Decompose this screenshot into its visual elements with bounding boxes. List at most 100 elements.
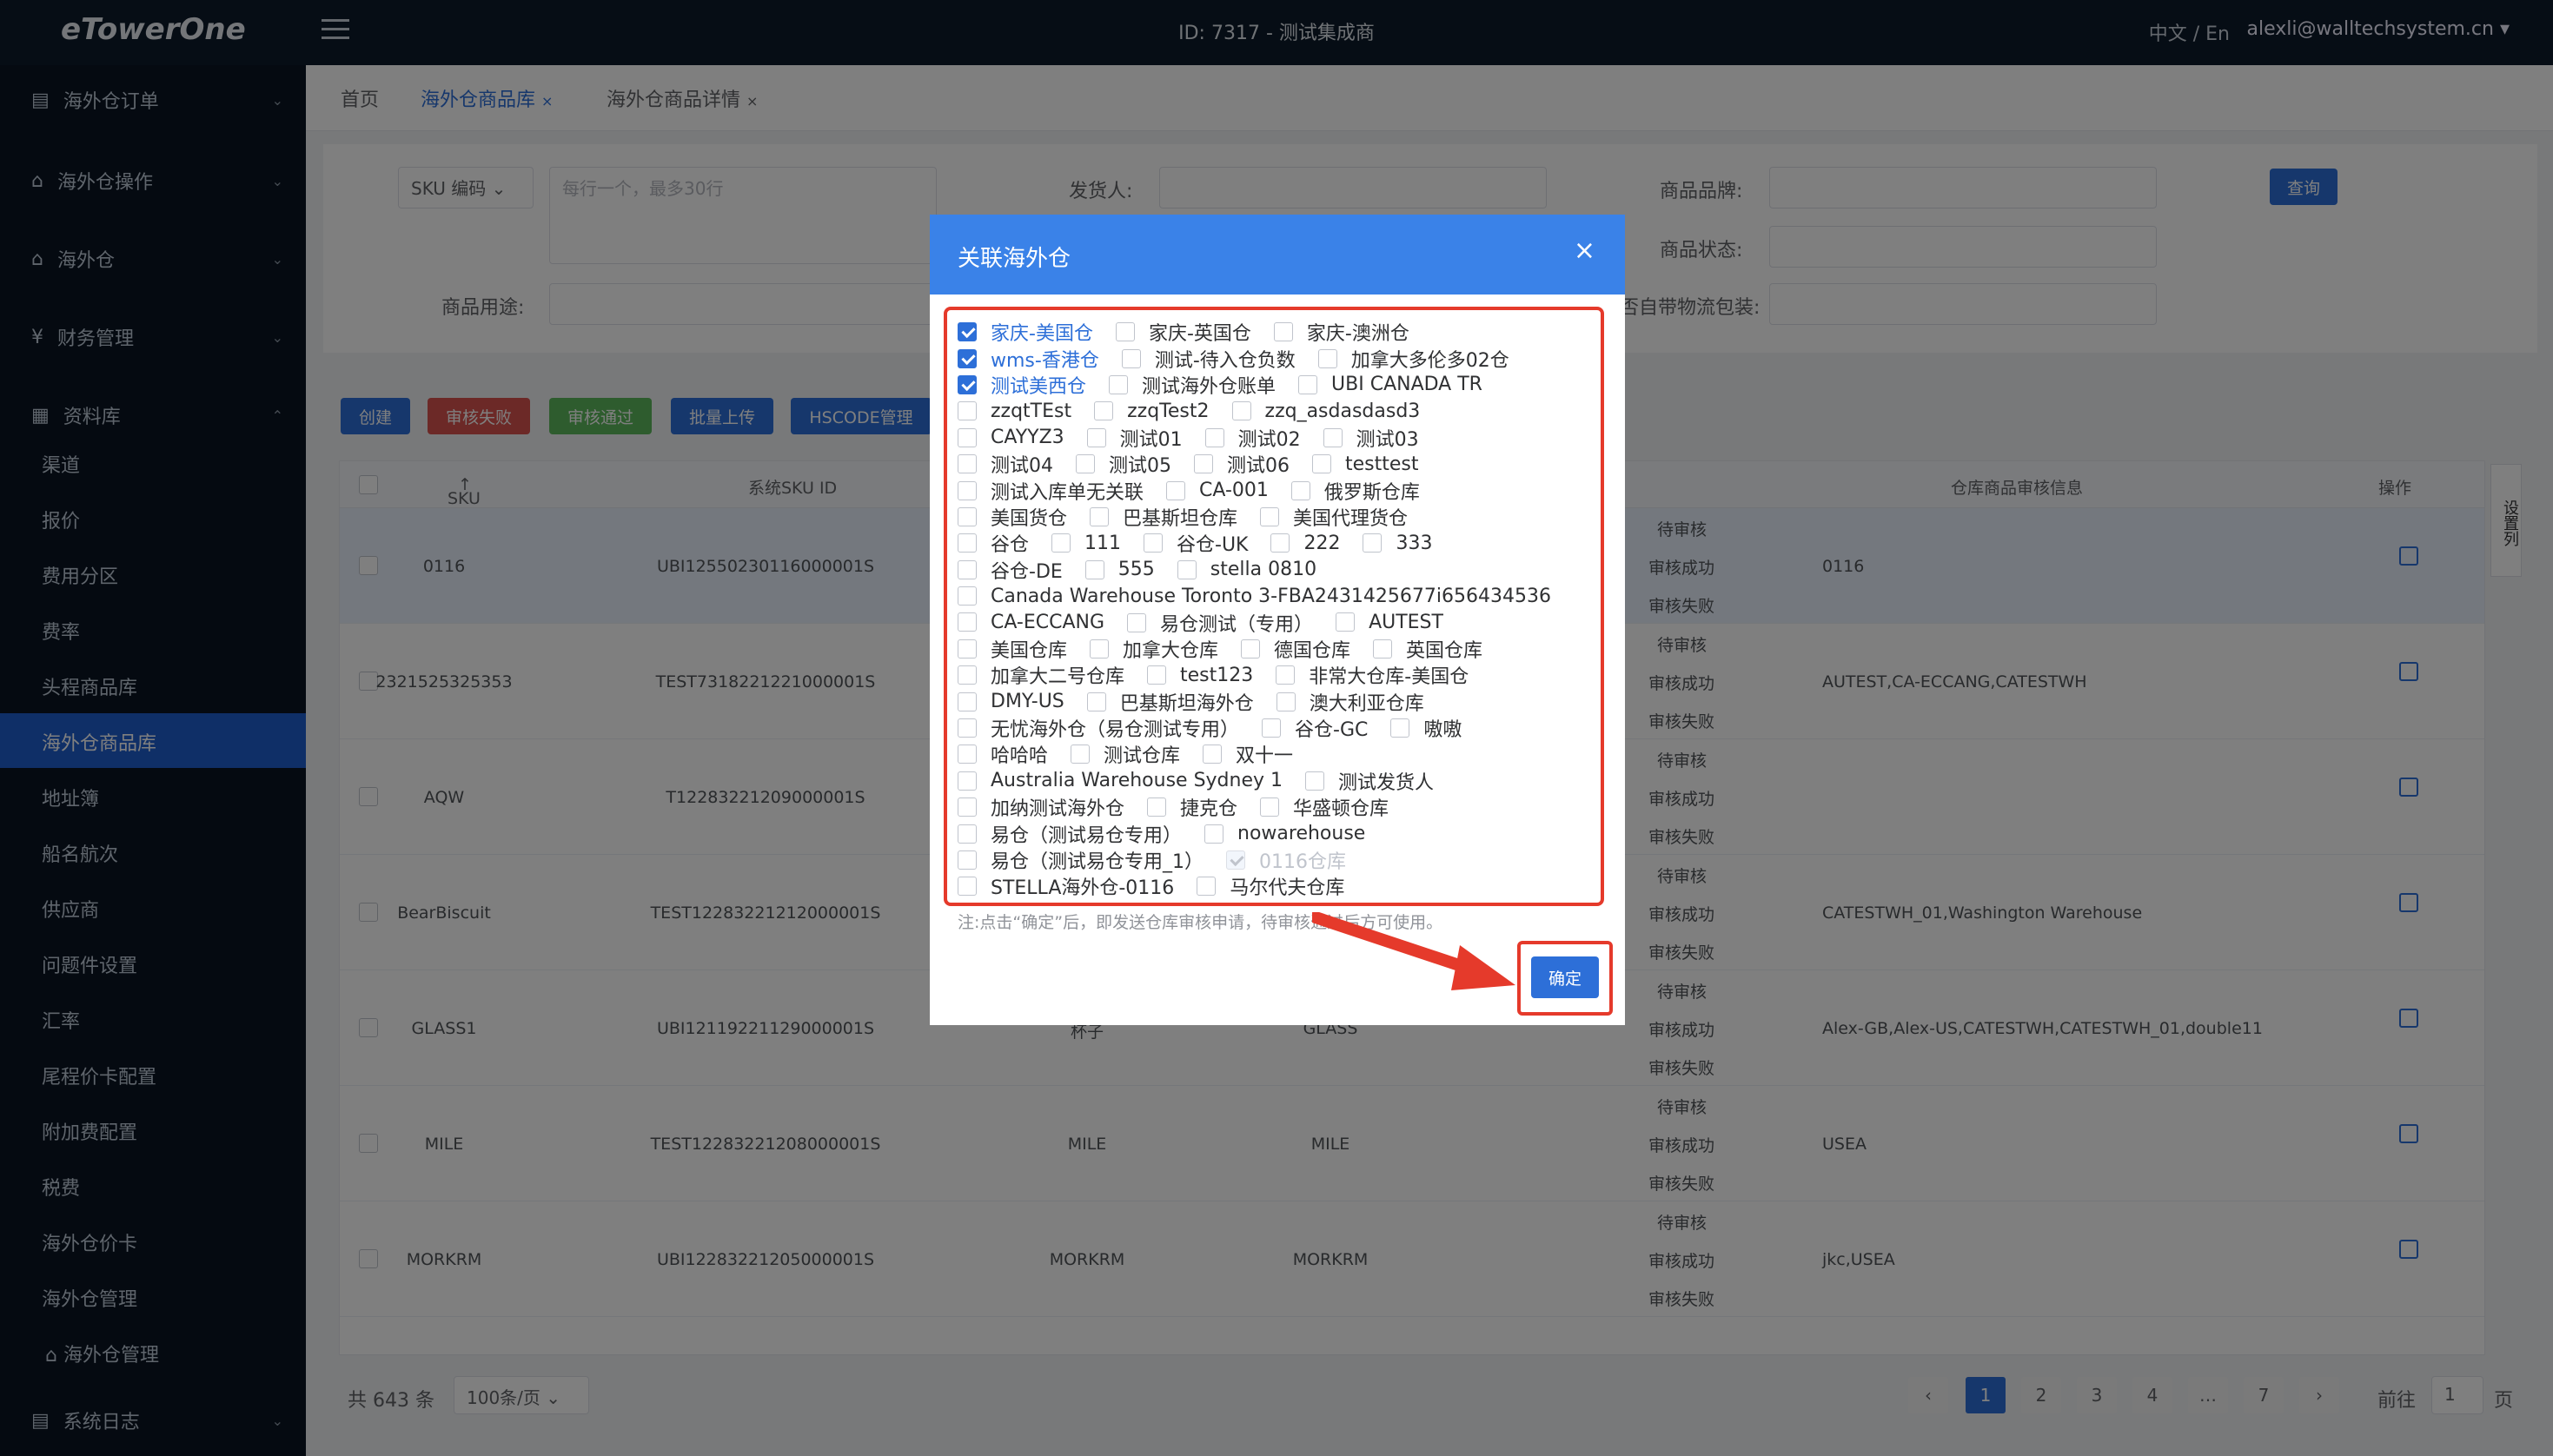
checkbox-box[interactable] [1166,480,1186,500]
warehouse-checkbox[interactable]: 测试04 [958,450,1053,478]
warehouse-checkbox[interactable]: 马尔代夫仓库 [1197,872,1344,900]
checkbox-box[interactable] [1323,427,1343,447]
warehouse-checkbox[interactable]: 无忧海外仓（易仓测试专用） [958,714,1239,742]
warehouse-checkbox[interactable]: Canada Warehouse Toronto 3-FBA2431425677… [958,586,1551,607]
warehouse-checkbox[interactable]: 巴基斯坦仓库 [1090,503,1237,531]
checkbox-box[interactable] [958,480,977,500]
checkbox-box[interactable] [1363,533,1383,553]
checkbox-box[interactable] [958,401,977,421]
warehouse-checkbox[interactable]: test123 [1147,665,1253,686]
checkbox-box[interactable] [1226,850,1245,870]
warehouse-checkbox[interactable]: 测试01 [1086,424,1183,452]
warehouse-checkbox[interactable]: zzq_asdasdasd3 [1231,400,1420,422]
warehouse-checkbox[interactable]: testtest [1312,453,1419,475]
checkbox-box[interactable] [958,718,977,738]
checkbox-box[interactable] [1127,612,1147,632]
checkbox-box[interactable] [958,586,977,606]
checkbox-box[interactable] [1298,374,1318,394]
warehouse-checkbox[interactable]: 双十一 [1203,740,1293,768]
warehouse-checkbox[interactable]: 美国代理货仓 [1260,503,1408,531]
warehouse-checkbox[interactable]: 易仓测试（专用） [1127,609,1313,637]
warehouse-checkbox[interactable]: AUTEST [1336,612,1443,633]
checkbox-box[interactable] [1147,665,1167,685]
checkbox-box[interactable] [958,348,977,368]
warehouse-checkbox[interactable]: 易仓（测试易仓专用） [958,820,1182,848]
checkbox-box[interactable] [1094,401,1114,421]
checkbox-box[interactable] [1336,612,1356,632]
checkbox-box[interactable] [958,771,977,791]
checkbox-box[interactable] [1144,533,1164,553]
warehouse-checkbox[interactable]: 易仓（测试易仓专用_1） [958,846,1204,874]
warehouse-checkbox[interactable]: 非常大仓库-美国仓 [1276,661,1469,689]
warehouse-checkbox[interactable]: 家庆-美国仓 [958,318,1093,346]
warehouse-checkbox[interactable]: 美国货仓 [958,503,1067,531]
checkbox-box[interactable] [1084,559,1104,579]
warehouse-checkbox[interactable]: stella 0810 [1177,559,1316,580]
warehouse-checkbox[interactable]: 加拿大多伦多02仓 [1317,345,1509,373]
checkbox-box[interactable] [1086,692,1106,711]
warehouse-checkbox[interactable]: 澳大利亚仓库 [1276,688,1424,716]
checkbox-box[interactable] [1177,559,1197,579]
checkbox-box[interactable] [1121,348,1141,368]
warehouse-checkbox[interactable]: 加纳测试海外仓 [958,793,1124,821]
warehouse-checkbox[interactable]: 测试05 [1076,450,1171,478]
warehouse-checkbox[interactable]: 英国仓库 [1373,635,1482,663]
checkbox-box[interactable] [958,850,977,870]
checkbox-box[interactable] [1194,454,1213,474]
checkbox-box[interactable] [1290,480,1310,500]
checkbox-box[interactable] [1051,533,1071,553]
checkbox-box[interactable] [958,692,977,711]
checkbox-box[interactable] [1241,639,1261,659]
checkbox-box[interactable] [1090,506,1110,526]
warehouse-checkbox[interactable]: 德国仓库 [1241,635,1350,663]
warehouse-checkbox[interactable]: 加拿大仓库 [1090,635,1218,663]
warehouse-checkbox[interactable]: 测试美西仓 [958,371,1086,399]
checkbox-box[interactable] [1260,797,1280,817]
checkbox-box[interactable] [958,824,977,844]
warehouse-checkbox[interactable]: 巴基斯坦海外仓 [1086,688,1254,716]
warehouse-checkbox[interactable]: 美国仓库 [958,635,1067,663]
warehouse-checkbox[interactable]: 测试02 [1204,424,1301,452]
warehouse-checkbox[interactable]: nowarehouse [1204,823,1365,844]
warehouse-checkbox[interactable]: 谷仓-GC [1262,714,1368,742]
checkbox-box[interactable] [958,506,977,526]
warehouse-checkbox[interactable]: 555 [1084,559,1155,580]
checkbox-box[interactable] [1086,427,1106,447]
checkbox-box[interactable] [958,322,977,342]
checkbox-box[interactable] [958,877,977,897]
warehouse-checkbox[interactable]: CA-ECCANG [958,612,1104,633]
checkbox-box[interactable] [1312,454,1331,474]
checkbox-box[interactable] [1273,322,1293,342]
warehouse-checkbox[interactable]: Australia Warehouse Sydney 1 [958,770,1283,791]
checkbox-box[interactable] [958,427,977,447]
checkbox-box[interactable] [1231,401,1251,421]
checkbox-box[interactable] [958,665,977,685]
checkbox-box[interactable] [958,639,977,659]
checkbox-box[interactable] [1109,374,1129,394]
warehouse-checkbox[interactable]: 333 [1363,533,1432,554]
warehouse-checkbox[interactable]: 嗷嗷 [1390,714,1462,742]
checkbox-box[interactable] [1204,824,1224,844]
warehouse-checkbox[interactable]: 测试发货人 [1305,767,1434,795]
warehouse-checkbox[interactable]: zzqTest2 [1094,400,1210,422]
checkbox-box[interactable] [958,374,977,394]
warehouse-checkbox[interactable]: CAYYZ3 [958,427,1064,448]
checkbox-box[interactable] [1204,427,1224,447]
checkbox-box[interactable] [1270,533,1290,553]
warehouse-checkbox[interactable]: wms-香港仓 [958,345,1099,373]
warehouse-checkbox[interactable]: 谷仓-DE [958,556,1063,584]
warehouse-checkbox[interactable]: 222 [1270,533,1340,554]
checkbox-box[interactable] [1071,745,1091,764]
warehouse-checkbox[interactable]: 谷仓 [958,529,1029,557]
warehouse-checkbox[interactable]: 家庆-英国仓 [1115,318,1251,346]
checkbox-box[interactable] [1197,877,1217,897]
warehouse-checkbox[interactable]: 测试仓库 [1071,740,1180,768]
warehouse-checkbox[interactable]: 测试-待入仓负数 [1121,345,1296,373]
checkbox-box[interactable] [1390,718,1410,738]
warehouse-checkbox[interactable]: DMY-US [958,691,1064,712]
warehouse-checkbox[interactable]: 测试入库单无关联 [958,477,1144,505]
warehouse-checkbox[interactable]: 华盛顿仓库 [1260,793,1389,821]
checkbox-box[interactable] [1090,639,1110,659]
warehouse-checkbox[interactable]: 加拿大二号仓库 [958,661,1124,689]
checkbox-box[interactable] [1115,322,1135,342]
